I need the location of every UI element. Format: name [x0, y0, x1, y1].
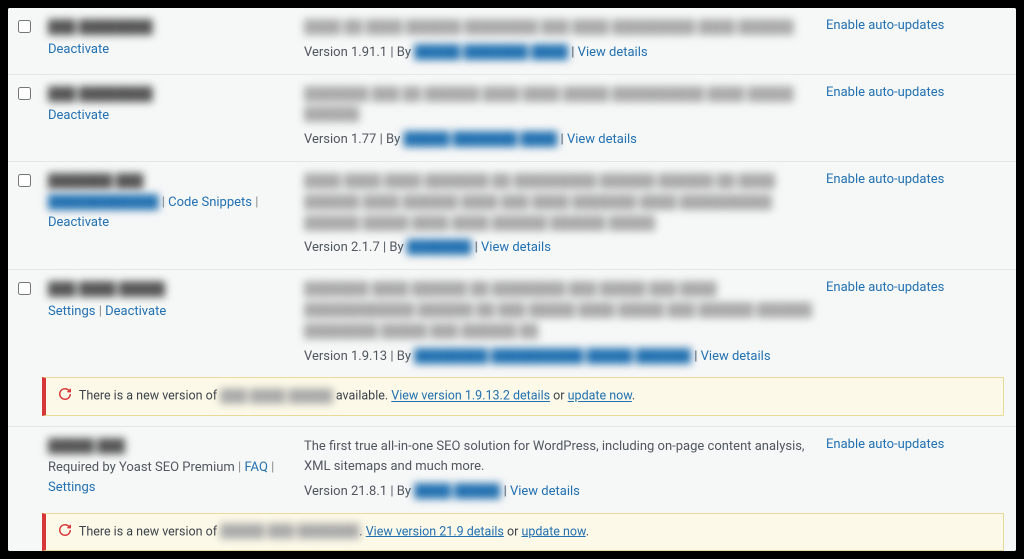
- row-checkbox-wrap: [18, 18, 42, 37]
- plugin-description: ███████ ███ ██ ██████ ████ ████ █████ ██…: [304, 85, 820, 127]
- plugin-row-actions: Settings | Deactivate: [48, 302, 298, 322]
- plugin-desc-col: ███████ ████ ██████ ██ ████████ ███ ████…: [304, 280, 820, 367]
- plugin-description: ███████ ████ ██████ ██ ████████ ███ ████…: [304, 280, 820, 342]
- plugin-name: ███ ████████: [48, 18, 298, 38]
- plugin-name-col: ███████ ███ ████████████ | Code Snippets…: [48, 172, 298, 233]
- faq-link[interactable]: FAQ: [244, 460, 267, 475]
- auto-update-col: Enable auto-updates: [826, 18, 1006, 33]
- update-notice: There is a new version of █████ ███ ████…: [42, 513, 1004, 551]
- update-notice: There is a new version of ███ ████ █████…: [42, 377, 1004, 415]
- view-details-link[interactable]: View details: [578, 45, 648, 60]
- plugin-meta: Version 21.8.1 | By ████ █████ | View de…: [304, 482, 820, 503]
- update-notice-wrap: There is a new version of ███ ████ █████…: [8, 377, 1016, 426]
- view-details-link[interactable]: View details: [701, 349, 771, 364]
- plugin-row-actions: ████████████ | Code Snippets | Deactivat…: [48, 193, 298, 232]
- row-checkbox-wrap: [18, 172, 42, 191]
- plugin-description: ████ ██ ████ ██████ ████████ ███ ████ ██…: [304, 18, 820, 39]
- plugin-name-col: ███ ████████ Deactivate: [48, 85, 298, 126]
- plugin-author[interactable]: ████ █████: [414, 484, 500, 499]
- auto-update-col: Enable auto-updates: [826, 280, 1006, 295]
- plugin-author[interactable]: ████████ ██████████ █████ ██████: [414, 349, 691, 364]
- deactivate-link[interactable]: Deactivate: [105, 304, 166, 319]
- plugin-row: ███ ████████ Deactivate ████ ██ ████ ███…: [8, 8, 1016, 75]
- update-now-link[interactable]: update now: [568, 389, 632, 404]
- plugin-name: ███ ████████: [48, 85, 298, 105]
- enable-auto-update-link[interactable]: Enable auto-updates: [826, 280, 944, 295]
- plugin-meta: Version 1.91.1 | By █████ ███████ ████ |…: [304, 43, 820, 64]
- plugin-name-col: ███ ████████ Deactivate: [48, 18, 298, 59]
- plugin-author[interactable]: █████ ███████ ████: [403, 132, 557, 147]
- row-checkbox[interactable]: [18, 174, 31, 187]
- plugin-row-actions: Deactivate: [48, 106, 298, 126]
- plugin-name-col: ███ ████ █████ Settings | Deactivate: [48, 280, 298, 321]
- update-now-link[interactable]: update now: [521, 524, 585, 539]
- plugin-row: ███████ ███ ████████████ | Code Snippets…: [8, 162, 1016, 270]
- plugin-desc-col: The first true all-in-one SEO solution f…: [304, 437, 820, 503]
- row-checkbox-wrap: [18, 85, 42, 104]
- enable-auto-update-link[interactable]: Enable auto-updates: [826, 18, 944, 33]
- auto-update-col: Enable auto-updates: [826, 172, 1006, 187]
- settings-link[interactable]: Settings: [48, 480, 95, 495]
- plugin-row-actions: Required by Yoast SEO Premium | FAQ | Se…: [48, 458, 298, 497]
- deactivate-link[interactable]: Deactivate: [48, 108, 109, 123]
- plugin-row: ███ ████ █████ Settings | Deactivate ███…: [8, 270, 1016, 377]
- plugin-description: ████ ████ ████ ███████ ██ █████████ ████…: [304, 172, 820, 234]
- deactivate-link[interactable]: Deactivate: [48, 42, 109, 57]
- view-version-link[interactable]: View version 21.9 details: [366, 524, 504, 539]
- auto-update-col: Enable auto-updates: [826, 437, 1006, 452]
- plugin-meta: Version 1.77 | By █████ ███████ ████ | V…: [304, 130, 820, 151]
- enable-auto-update-link[interactable]: Enable auto-updates: [826, 85, 944, 100]
- plugin-desc-col: ███████ ███ ██ ██████ ████ ████ █████ ██…: [304, 85, 820, 151]
- row-checkbox[interactable]: [18, 20, 31, 33]
- code-snippets-link[interactable]: Code Snippets: [168, 195, 252, 210]
- plugin-description: The first true all-in-one SEO solution f…: [304, 437, 820, 479]
- deactivate-link[interactable]: Deactivate: [48, 215, 109, 230]
- view-details-link[interactable]: View details: [510, 484, 580, 499]
- plugin-desc-col: ████ ████ ████ ███████ ██ █████████ ████…: [304, 172, 820, 259]
- plugin-row-actions: Deactivate: [48, 40, 298, 60]
- enable-auto-update-link[interactable]: Enable auto-updates: [826, 437, 944, 452]
- plugin-name: █████ ███: [48, 437, 298, 457]
- plugin-author[interactable]: ███████: [407, 240, 471, 255]
- update-icon: [58, 386, 72, 406]
- plugin-row: █████ ███ Required by Yoast SEO Premium …: [8, 427, 1016, 513]
- plugin-desc-col: ████ ██ ████ ██████ ████████ ███ ████ ██…: [304, 18, 820, 64]
- required-by-label: Required by Yoast SEO Premium: [48, 460, 235, 475]
- plugin-row: ███ ████████ Deactivate ███████ ███ ██ █…: [8, 75, 1016, 162]
- plugins-table: ███ ████████ Deactivate ████ ██ ████ ███…: [8, 8, 1016, 551]
- auto-update-col: Enable auto-updates: [826, 85, 1006, 100]
- plugin-name: ███ ████ █████: [48, 280, 298, 300]
- row-checkbox[interactable]: [18, 87, 31, 100]
- plugin-name-col: █████ ███ Required by Yoast SEO Premium …: [48, 437, 298, 498]
- update-icon: [58, 522, 72, 542]
- view-details-link[interactable]: View details: [481, 240, 551, 255]
- view-version-link[interactable]: View version 1.9.13.2 details: [391, 389, 550, 404]
- row-checkbox[interactable]: [18, 282, 31, 295]
- plugin-extra-link[interactable]: ████████████: [48, 195, 159, 210]
- settings-link[interactable]: Settings: [48, 304, 95, 319]
- row-checkbox-wrap: [18, 280, 42, 299]
- plugin-meta: Version 2.1.7 | By ███████ | View detail…: [304, 238, 820, 259]
- plugin-name: ███████ ███: [48, 172, 298, 192]
- plugin-author[interactable]: █████ ███████ ████: [414, 45, 568, 60]
- plugin-meta: Version 1.9.13 | By ████████ ██████████ …: [304, 347, 820, 368]
- update-notice-wrap: There is a new version of █████ ███ ████…: [8, 513, 1016, 551]
- enable-auto-update-link[interactable]: Enable auto-updates: [826, 172, 944, 187]
- view-details-link[interactable]: View details: [567, 132, 637, 147]
